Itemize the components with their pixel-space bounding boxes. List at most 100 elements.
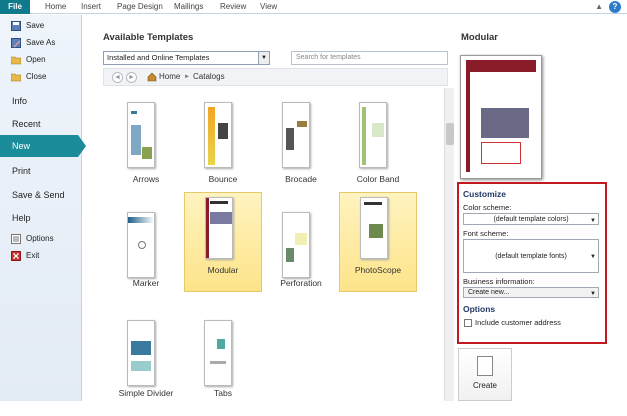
business-info-value: Create new... <box>468 289 510 296</box>
template-brocade[interactable]: Brocade <box>262 96 340 198</box>
template-marker[interactable]: Marker <box>107 206 185 308</box>
tab-mailings[interactable]: Mailings <box>174 0 203 14</box>
template-arrows[interactable]: Arrows <box>107 96 185 198</box>
template-bounce[interactable]: Bounce <box>184 96 262 198</box>
forward-icon[interactable]: ► <box>126 72 137 83</box>
exit-icon <box>11 251 21 261</box>
nav-options[interactable]: Options <box>0 231 82 247</box>
home-icon[interactable] <box>147 72 157 82</box>
create-button[interactable]: Create <box>458 348 512 401</box>
template-thumbnail <box>282 212 310 278</box>
create-label: Create <box>472 381 497 390</box>
font-scheme-dropdown[interactable]: (default template fonts) ▼ <box>463 239 599 273</box>
nav-help[interactable]: Help <box>0 207 82 229</box>
options-heading: Options <box>463 304 496 314</box>
template-thumbnail <box>127 320 155 386</box>
nav-save-send[interactable]: Save & Send <box>0 184 82 206</box>
nav-save[interactable]: Save <box>0 18 82 34</box>
template-label: Marker <box>132 278 160 288</box>
nav-options-label: Options <box>26 234 54 243</box>
chevron-down-icon: ▼ <box>590 218 596 224</box>
template-gallery: Arrows Bounce Brocade Color Band Marker <box>103 88 443 401</box>
folder-icon <box>11 56 21 65</box>
font-scheme-value: (default template fonts) <box>495 253 567 260</box>
template-thumbnail <box>127 212 155 278</box>
color-scheme-label: Color scheme: <box>463 203 512 212</box>
template-source-value: Installed and Online Templates <box>107 53 210 62</box>
options-icon <box>11 234 21 244</box>
nav-save-as[interactable]: Save As <box>0 35 82 51</box>
color-scheme-value: (default template colors) <box>493 216 569 223</box>
nav-open[interactable]: Open <box>0 52 82 68</box>
save-as-icon <box>11 38 21 48</box>
font-scheme-label: Font scheme: <box>463 229 509 238</box>
template-thumbnail <box>204 102 232 168</box>
template-thumbnail <box>204 320 232 386</box>
chevron-down-icon: ▼ <box>590 291 596 297</box>
nav-open-label: Open <box>26 55 46 64</box>
tab-view[interactable]: View <box>260 0 277 14</box>
nav-info[interactable]: Info <box>0 90 82 112</box>
nav-close-label: Close <box>26 72 47 81</box>
template-thumbnail <box>359 102 387 168</box>
template-source-select[interactable]: Installed and Online Templates ▼ <box>103 51 270 65</box>
nav-save-label: Save <box>26 21 45 30</box>
tab-home[interactable]: Home <box>45 0 66 14</box>
template-photoscope[interactable]: PhotoScope <box>339 192 417 292</box>
nav-save-as-label: Save As <box>26 38 56 47</box>
template-label: Arrows <box>132 174 160 184</box>
template-label: Color Band <box>356 174 400 184</box>
back-icon[interactable]: ◄ <box>112 72 123 83</box>
save-icon <box>11 21 21 31</box>
search-templates-input[interactable]: Search for templates <box>291 51 448 65</box>
breadcrumb-separator-icon: ► <box>184 74 190 80</box>
include-customer-address-checkbox[interactable] <box>464 319 472 327</box>
template-preview <box>460 55 542 179</box>
template-label: Modular <box>207 265 239 275</box>
business-info-label: Business information: <box>463 277 535 286</box>
template-label: Perforation <box>280 278 322 288</box>
nav-exit-label: Exit <box>26 251 40 260</box>
breadcrumb-home[interactable]: Home <box>159 72 180 81</box>
tab-page-design[interactable]: Page Design <box>117 0 163 14</box>
breadcrumb: ◄ ► Home ► Catalogs <box>103 68 448 86</box>
selected-template-title: Modular <box>461 32 498 43</box>
tab-insert[interactable]: Insert <box>81 0 101 14</box>
nav-recent[interactable]: Recent <box>0 113 82 135</box>
template-modular[interactable]: Modular <box>184 192 262 292</box>
nav-print[interactable]: Print <box>0 160 82 182</box>
nav-close[interactable]: Close <box>0 69 82 85</box>
nav-new[interactable]: New <box>0 135 86 157</box>
ribbon-bar: File Home Insert Page Design Mailings Re… <box>0 0 627 14</box>
template-color-band[interactable]: Color Band <box>339 96 417 198</box>
template-thumbnail <box>205 197 233 259</box>
file-tab[interactable]: File <box>0 0 30 14</box>
chevron-down-icon[interactable]: ▼ <box>258 52 269 64</box>
business-info-dropdown[interactable]: Create new... ▼ <box>463 287 599 298</box>
template-label: PhotoScope <box>354 265 402 275</box>
template-label: Simple Divider <box>118 388 174 398</box>
available-templates-title: Available Templates <box>103 32 194 43</box>
scrollbar-thumb[interactable] <box>446 123 454 145</box>
chevron-down-icon: ▼ <box>590 254 596 260</box>
help-icon[interactable]: ? <box>609 1 621 13</box>
template-label: Bounce <box>208 174 238 184</box>
ribbon-minimize-icon[interactable]: ▲ <box>595 2 603 11</box>
gallery-scrollbar[interactable] <box>444 88 454 401</box>
customize-panel: Customize Color scheme: (default templat… <box>457 182 607 344</box>
template-perforation[interactable]: Perforation <box>262 206 340 308</box>
tab-review[interactable]: Review <box>220 0 246 14</box>
template-label: Brocade <box>285 174 317 184</box>
template-label: Tabs <box>214 388 232 398</box>
template-thumbnail <box>282 102 310 168</box>
breadcrumb-catalogs[interactable]: Catalogs <box>193 72 225 81</box>
backstage-nav: Save Save As Open Close Info Recent New … <box>0 15 86 401</box>
nav-exit[interactable]: Exit <box>0 248 82 264</box>
color-scheme-dropdown[interactable]: (default template colors) ▼ <box>463 213 599 225</box>
customize-heading: Customize <box>463 189 506 199</box>
close-folder-icon <box>11 73 21 82</box>
template-thumbnail <box>127 102 155 168</box>
template-thumbnail <box>360 197 388 259</box>
include-customer-address-label: Include customer address <box>475 318 561 327</box>
new-document-icon <box>477 356 493 376</box>
